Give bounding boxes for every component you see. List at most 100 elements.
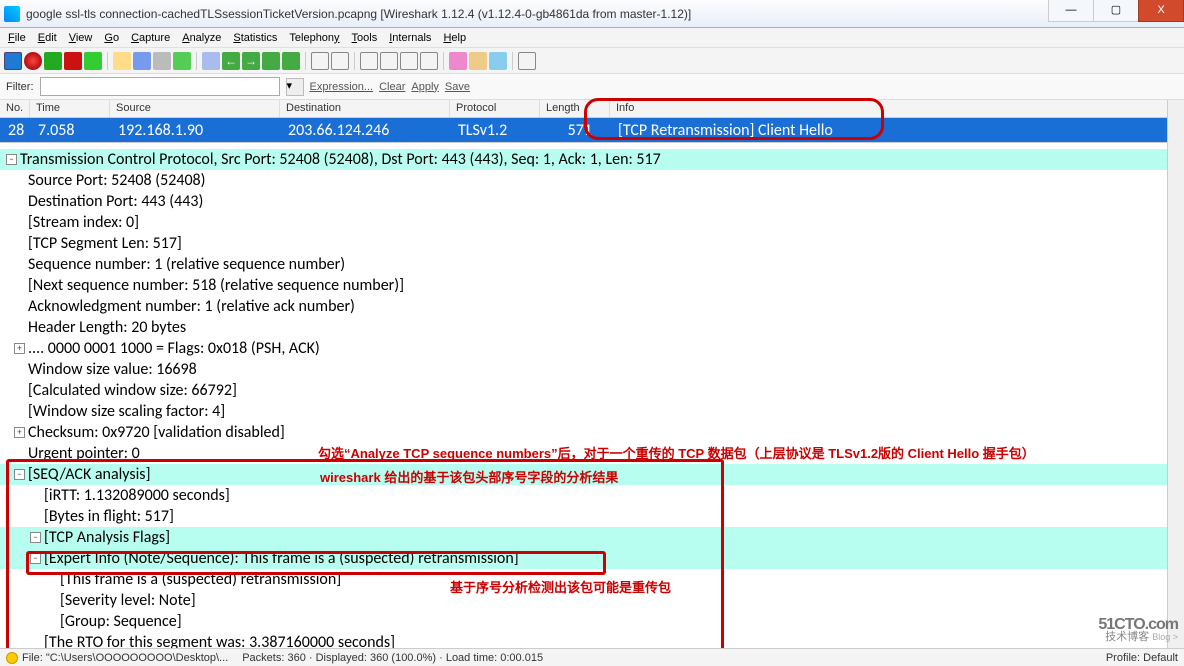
col-no[interactable]: No. (0, 100, 30, 117)
field-segment-len[interactable]: [TCP Segment Len: 517] (0, 233, 1184, 254)
collapse-icon[interactable]: − (6, 154, 17, 165)
maximize-button[interactable]: ▢ (1093, 0, 1139, 22)
menu-statistics[interactable]: Statistics (229, 30, 281, 46)
status-bar: File: "C:\Users\OOOOOOOOO\Desktop\... Pa… (0, 648, 1184, 666)
col-destination[interactable]: Destination (280, 100, 450, 117)
autoscroll-icon[interactable] (331, 52, 349, 70)
save-icon[interactable] (133, 52, 151, 70)
tree-checksum[interactable]: +Checksum: 0x9720 [validation disabled] (0, 422, 1184, 443)
collapse-icon[interactable]: − (14, 469, 25, 480)
titlebar: google ssl-tls connection-cachedTLSsessi… (0, 0, 1184, 28)
tree-expert-info[interactable]: −[Expert Info (Note/Sequence): This fram… (0, 548, 1184, 569)
field-next-seq[interactable]: [Next sequence number: 518 (relative seq… (0, 275, 1184, 296)
go-last-icon[interactable] (282, 52, 300, 70)
field-calc-window[interactable]: [Calculated window size: 66792] (0, 380, 1184, 401)
zoom-in-icon[interactable] (360, 52, 378, 70)
col-source[interactable]: Source (110, 100, 280, 117)
expand-icon[interactable]: + (14, 427, 25, 438)
app-icon (4, 6, 20, 22)
filter-expression[interactable]: Expression... (310, 81, 374, 93)
reload-icon[interactable] (173, 52, 191, 70)
status-profile[interactable]: Profile: Default (1106, 652, 1178, 664)
interfaces-icon[interactable] (4, 52, 22, 70)
field-severity[interactable]: [Severity level: Note] (0, 590, 1184, 611)
zoom-out-icon[interactable] (380, 52, 398, 70)
toolbar: ← → (0, 48, 1184, 74)
filter-clear[interactable]: Clear (379, 81, 405, 93)
capture-start-icon[interactable] (24, 52, 42, 70)
menu-edit[interactable]: Edit (34, 30, 61, 46)
tree-tcp[interactable]: −Transmission Control Protocol, Src Port… (0, 149, 1184, 170)
field-irtt[interactable]: [iRTT: 1.132089000 seconds] (0, 485, 1184, 506)
menu-tools[interactable]: Tools (348, 30, 382, 46)
separator (354, 52, 355, 70)
col-protocol[interactable]: Protocol (450, 100, 540, 117)
cell-destination: 203.66.124.246 (280, 121, 450, 140)
menu-telephony[interactable]: Telephony (285, 30, 343, 46)
separator (512, 52, 513, 70)
status-indicator-icon (6, 652, 18, 664)
menu-capture[interactable]: Capture (127, 30, 174, 46)
capture-options-icon[interactable] (44, 52, 62, 70)
go-fwd-icon[interactable]: → (242, 52, 260, 70)
menu-internals[interactable]: Internals (385, 30, 435, 46)
packet-row-selected[interactable]: 28 7.058 192.168.1.90 203.66.124.246 TLS… (0, 118, 1184, 142)
field-bytes-in-flight[interactable]: [Bytes in flight: 517] (0, 506, 1184, 527)
field-ack-number[interactable]: Acknowledgment number: 1 (relative ack n… (0, 296, 1184, 317)
filter-icon[interactable] (449, 52, 467, 70)
menu-file[interactable]: File (4, 30, 30, 46)
open-icon[interactable] (113, 52, 131, 70)
tree-analysis-flags[interactable]: −[TCP Analysis Flags] (0, 527, 1184, 548)
minimize-button[interactable]: — (1048, 0, 1094, 22)
filter-apply[interactable]: Apply (411, 81, 439, 93)
field-scale-factor[interactable]: [Window size scaling factor: 4] (0, 401, 1184, 422)
prefs-icon[interactable] (469, 52, 487, 70)
menu-help[interactable]: Help (439, 30, 470, 46)
close-button[interactable]: X (1138, 0, 1184, 22)
cell-info: [TCP Retransmission] Client Hello (610, 121, 1184, 140)
filter-save[interactable]: Save (445, 81, 470, 93)
tree-flags[interactable]: +.... 0000 0001 1000 = Flags: 0x018 (PSH… (0, 338, 1184, 359)
col-length[interactable]: Length (540, 100, 610, 117)
filter-input[interactable] (40, 77, 280, 96)
zoom-reset-icon[interactable] (400, 52, 418, 70)
field-seq-number[interactable]: Sequence number: 1 (relative sequence nu… (0, 254, 1184, 275)
collapse-icon[interactable]: − (30, 553, 41, 564)
menu-view[interactable]: View (65, 30, 97, 46)
col-info[interactable]: Info (610, 100, 1184, 117)
colorize-icon[interactable] (311, 52, 329, 70)
menu-go[interactable]: Go (100, 30, 123, 46)
resize-cols-icon[interactable] (420, 52, 438, 70)
status-file: File: "C:\Users\OOOOOOOOO\Desktop\... (22, 652, 228, 664)
separator (443, 52, 444, 70)
packet-details-pane[interactable]: −Transmission Control Protocol, Src Port… (0, 142, 1184, 665)
cell-time: 7.058 (30, 121, 110, 140)
go-back-icon[interactable]: ← (222, 52, 240, 70)
field-window-size[interactable]: Window size value: 16698 (0, 359, 1184, 380)
find-icon[interactable] (202, 52, 220, 70)
field-dst-port[interactable]: Destination Port: 443 (443) (0, 191, 1184, 212)
capture-restart-icon[interactable] (84, 52, 102, 70)
field-stream-index[interactable]: [Stream index: 0] (0, 212, 1184, 233)
filter-dropdown-icon[interactable]: ▾ (286, 78, 304, 96)
vertical-scrollbar[interactable] (1167, 100, 1184, 648)
capture-stop-icon[interactable] (64, 52, 82, 70)
go-first-icon[interactable] (262, 52, 280, 70)
expand-icon[interactable]: + (14, 343, 25, 354)
status-packets: Packets: 360 · Displayed: 360 (100.0%) ·… (242, 652, 543, 664)
collapse-icon[interactable]: − (30, 532, 41, 543)
help-icon[interactable] (518, 52, 536, 70)
col-time[interactable]: Time (30, 100, 110, 117)
cell-length: 571 (540, 121, 610, 140)
color-rules-icon[interactable] (489, 52, 507, 70)
tree-seqack-analysis[interactable]: −[SEQ/ACK analysis] (0, 464, 1184, 485)
close-file-icon[interactable] (153, 52, 171, 70)
field-header-length[interactable]: Header Length: 20 bytes (0, 317, 1184, 338)
menu-analyze[interactable]: Analyze (178, 30, 225, 46)
field-retransmission[interactable]: [This frame is a (suspected) retransmiss… (0, 569, 1184, 590)
field-urgent-pointer[interactable]: Urgent pointer: 0 (0, 443, 1184, 464)
field-group[interactable]: [Group: Sequence] (0, 611, 1184, 632)
packet-list-header: No. Time Source Destination Protocol Len… (0, 100, 1184, 118)
window-title: google ssl-tls connection-cachedTLSsessi… (26, 7, 1180, 21)
field-src-port[interactable]: Source Port: 52408 (52408) (0, 170, 1184, 191)
